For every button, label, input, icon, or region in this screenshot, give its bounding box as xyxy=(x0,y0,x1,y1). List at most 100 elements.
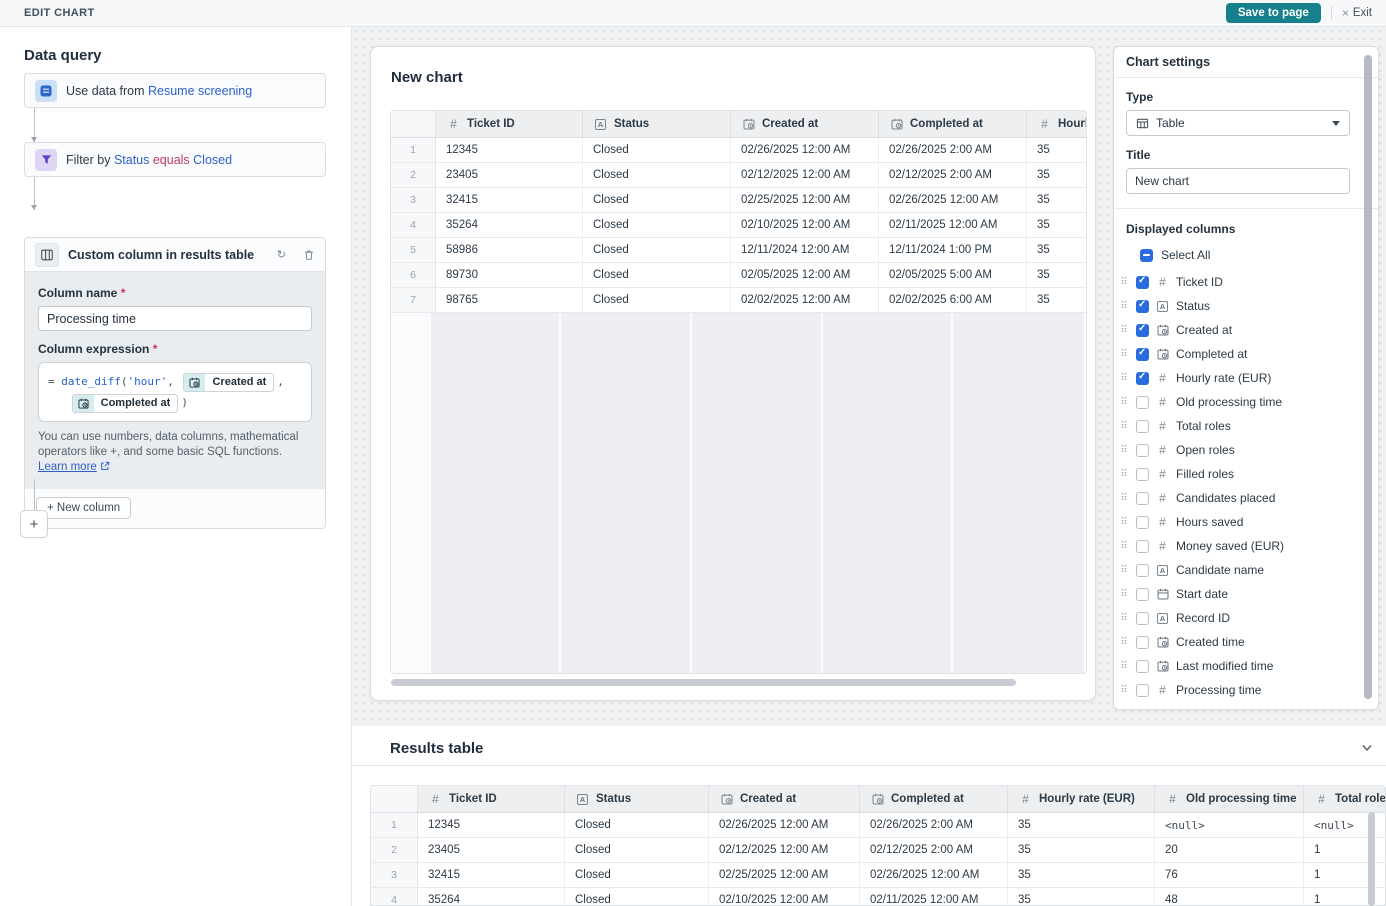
column-checkbox[interactable] xyxy=(1136,684,1149,697)
column-checkbox[interactable] xyxy=(1136,540,1149,553)
new-column-button[interactable]: + New column xyxy=(36,497,131,519)
header-hourly-rate[interactable]: #Hourly rate (EUR) xyxy=(1027,111,1087,137)
drag-handle-icon[interactable]: ⠿ xyxy=(1118,445,1130,456)
column-toggle-row[interactable]: ⠿ # Hours saved xyxy=(1114,510,1378,534)
drag-handle-icon[interactable]: ⠿ xyxy=(1118,493,1130,504)
drag-handle-icon[interactable]: ⠿ xyxy=(1118,589,1130,600)
drag-handle-icon[interactable]: ⠿ xyxy=(1118,421,1130,432)
drag-handle-icon[interactable]: ⠿ xyxy=(1118,349,1130,360)
column-checkbox[interactable] xyxy=(1136,588,1149,601)
add-step-button[interactable]: + xyxy=(20,510,48,538)
column-expression-editor[interactable]: = date_diff('hour', Created at, Complete… xyxy=(38,362,312,422)
delete-icon[interactable] xyxy=(303,249,315,261)
column-checkbox[interactable] xyxy=(1136,492,1149,505)
created-at-chip[interactable]: Created at xyxy=(183,373,274,392)
chart-title-input[interactable] xyxy=(1126,168,1350,194)
horizontal-scrollbar[interactable] xyxy=(391,679,1016,686)
collapse-chevron-icon[interactable] xyxy=(1360,741,1374,755)
column-toggle-row[interactable]: ⠿ Created time xyxy=(1114,630,1378,654)
drag-handle-icon[interactable]: ⠿ xyxy=(1118,469,1130,480)
learn-more-link[interactable]: Learn more xyxy=(38,461,97,473)
drag-handle-icon[interactable]: ⠿ xyxy=(1118,373,1130,384)
drag-handle-icon[interactable]: ⠿ xyxy=(1118,277,1130,288)
table-row[interactable]: 6 89730 Closed 02/05/2025 12:00 AM 02/05… xyxy=(391,263,1086,288)
table-row[interactable]: 5 58986 Closed 12/11/2024 12:00 AM 12/11… xyxy=(391,238,1086,263)
table-row[interactable]: 4 35264 Closed 02/10/2025 12:00 AM 02/11… xyxy=(391,213,1086,238)
drag-handle-icon[interactable]: ⠿ xyxy=(1118,517,1130,528)
table-row[interactable]: 1 12345 Closed 02/26/2025 12:00 AM 02/26… xyxy=(371,813,1385,838)
column-toggle-row[interactable]: ⠿ # Candidates placed xyxy=(1114,486,1378,510)
chart-type-select[interactable]: Table xyxy=(1126,110,1350,136)
column-toggle-row[interactable]: ⠿ # Filled roles xyxy=(1114,462,1378,486)
table-row[interactable]: 1 12345 Closed 02/26/2025 12:00 AM 02/26… xyxy=(391,138,1086,163)
column-toggle-row[interactable]: ⠿ # Old processing time xyxy=(1114,390,1378,414)
column-checkbox[interactable] xyxy=(1136,420,1149,433)
select-all-checkbox[interactable] xyxy=(1140,249,1153,262)
column-toggle-row[interactable]: ⠿ A Candidate name xyxy=(1114,558,1378,582)
drag-handle-icon[interactable]: ⠿ xyxy=(1118,613,1130,624)
column-toggle-row[interactable]: ⠿ Start date xyxy=(1114,582,1378,606)
header-hourly-rate[interactable]: #Hourly rate (EUR) xyxy=(1008,786,1155,812)
column-toggle-row[interactable]: ⠿ A Record ID xyxy=(1114,606,1378,630)
drag-handle-icon[interactable]: ⠿ xyxy=(1118,397,1130,408)
column-toggle-row[interactable]: ⠿ # Money saved (EUR) xyxy=(1114,534,1378,558)
column-checkbox[interactable] xyxy=(1136,300,1149,313)
source-step-card[interactable]: Use data from Resume screening xyxy=(24,73,326,108)
column-checkbox[interactable] xyxy=(1136,612,1149,625)
drag-handle-icon[interactable]: ⠿ xyxy=(1118,661,1130,672)
header-ticket-id[interactable]: #Ticket ID xyxy=(436,111,583,137)
column-toggle-row[interactable]: ⠿ # Hourly rate (EUR) xyxy=(1114,366,1378,390)
column-name-input[interactable] xyxy=(38,306,312,331)
table-row[interactable]: 7 98765 Closed 02/02/2025 12:00 AM 02/02… xyxy=(391,288,1086,313)
column-toggle-row[interactable]: ⠿ Completed at xyxy=(1114,342,1378,366)
column-checkbox[interactable] xyxy=(1136,372,1149,385)
select-all-row[interactable]: Select All xyxy=(1114,244,1378,266)
table-row[interactable]: 2 23405 Closed 02/12/2025 12:00 AM 02/12… xyxy=(391,163,1086,188)
header-total-roles[interactable]: #Total roles xyxy=(1304,786,1386,812)
header-status[interactable]: AStatus xyxy=(583,111,731,137)
drag-handle-icon[interactable]: ⠿ xyxy=(1118,565,1130,576)
column-checkbox[interactable] xyxy=(1136,276,1149,289)
column-checkbox[interactable] xyxy=(1136,444,1149,457)
table-row[interactable]: 3 32415 Closed 02/25/2025 12:00 AM 02/26… xyxy=(391,188,1086,213)
header-completed-at[interactable]: Completed at xyxy=(879,111,1027,137)
table-row[interactable]: 2 23405 Closed 02/12/2025 12:00 AM 02/12… xyxy=(371,838,1385,863)
column-checkbox[interactable] xyxy=(1136,636,1149,649)
table-row[interactable]: 3 32415 Closed 02/25/2025 12:00 AM 02/26… xyxy=(371,863,1385,888)
table-row[interactable]: 4 35264 Closed 02/10/2025 12:00 AM 02/11… xyxy=(371,888,1385,906)
drag-handle-icon[interactable]: ⠿ xyxy=(1118,541,1130,552)
drag-handle-icon[interactable]: ⠿ xyxy=(1118,637,1130,648)
header-completed-at[interactable]: Completed at xyxy=(860,786,1008,812)
column-toggle-row[interactable]: ⠿ # Open roles xyxy=(1114,438,1378,462)
header-ticket-id[interactable]: #Ticket ID xyxy=(418,786,565,812)
refresh-icon[interactable]: ↻ xyxy=(277,248,286,261)
column-toggle-row[interactable]: ⠿ Last modified time xyxy=(1114,654,1378,678)
completed-at-chip[interactable]: Completed at xyxy=(72,394,179,413)
column-checkbox[interactable] xyxy=(1136,564,1149,577)
drag-handle-icon[interactable]: ⠿ xyxy=(1118,685,1130,696)
table-icon xyxy=(1136,117,1149,130)
column-checkbox[interactable] xyxy=(1136,396,1149,409)
save-to-page-button[interactable]: Save to page xyxy=(1226,3,1321,23)
column-checkbox[interactable] xyxy=(1136,468,1149,481)
column-toggle-row[interactable]: ⠿ # Total roles xyxy=(1114,414,1378,438)
source-link[interactable]: Resume screening xyxy=(148,84,252,98)
settings-scrollbar[interactable] xyxy=(1364,55,1372,699)
exit-button[interactable]: × Exit xyxy=(1342,6,1372,20)
column-checkbox[interactable] xyxy=(1136,660,1149,673)
column-toggle-row[interactable]: ⠿ Created at xyxy=(1114,318,1378,342)
column-toggle-row[interactable]: ⠿ A Status xyxy=(1114,294,1378,318)
header-created-at[interactable]: Created at xyxy=(731,111,879,137)
header-status[interactable]: AStatus xyxy=(565,786,709,812)
column-checkbox[interactable] xyxy=(1136,516,1149,529)
column-toggle-row[interactable]: ⠿ # Processing time xyxy=(1114,678,1378,702)
results-scrollbar[interactable] xyxy=(1368,812,1375,906)
drag-handle-icon[interactable]: ⠿ xyxy=(1118,301,1130,312)
drag-handle-icon[interactable]: ⠿ xyxy=(1118,325,1130,336)
header-created-at[interactable]: Created at xyxy=(709,786,860,812)
column-checkbox[interactable] xyxy=(1136,348,1149,361)
column-toggle-row[interactable]: ⠿ # Ticket ID xyxy=(1114,270,1378,294)
header-old-processing-time[interactable]: #Old processing time xyxy=(1155,786,1304,812)
column-checkbox[interactable] xyxy=(1136,324,1149,337)
filter-step-card[interactable]: Filter by Status equals Closed xyxy=(24,142,326,177)
